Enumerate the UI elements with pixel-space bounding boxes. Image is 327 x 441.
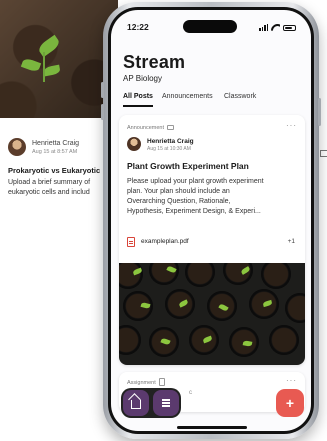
dynamic-island (183, 20, 237, 33)
avatar (8, 138, 26, 156)
background-post-title: Prokaryotic vs Eukaryotic (8, 166, 101, 175)
wifi-icon (271, 24, 280, 31)
seedling-stem (43, 52, 45, 82)
avatar (127, 137, 141, 151)
tab-announcements[interactable]: Announcements (162, 93, 213, 100)
attachment-row[interactable]: exampleplan.pdf +1 (127, 233, 299, 253)
background-post-author: Henrietta Craig (32, 140, 80, 147)
stream-tabs: All Posts Announcements Classwork (111, 91, 311, 107)
plant-pot (269, 325, 299, 355)
post-type-label: Assignment (127, 380, 156, 386)
plant-pot (119, 325, 141, 355)
attachment-file-name[interactable]: exampleplan.pdf (141, 238, 189, 245)
tab-classwork[interactable]: Classwork (224, 93, 256, 100)
phone-frame: 12:22 Stream AP Biology All Posts Announ… (101, 2, 321, 439)
post-title: Plant Growth Experiment Plan (127, 161, 249, 171)
page-title: Stream (123, 52, 186, 72)
menu-button[interactable] (153, 390, 179, 416)
cellular-signal-icon (259, 23, 268, 31)
post-peek-text: c (189, 390, 192, 396)
post-date: Aug 15 at 10:30 AM (147, 146, 191, 152)
post-type-label: Announcement (127, 125, 164, 131)
home-indicator (177, 426, 247, 429)
plant-pot (285, 293, 305, 323)
class-name: AP Biology (123, 74, 162, 83)
volume-down-button (101, 104, 104, 120)
plant-pot (149, 263, 179, 285)
plant-pot (261, 263, 291, 289)
more-options-icon[interactable]: ··· (286, 376, 297, 385)
post-photo[interactable] (119, 263, 305, 365)
assignment-icon (159, 378, 165, 386)
app-screen: 12:22 Stream AP Biology All Posts Announ… (111, 10, 311, 431)
seedling-leaf (20, 57, 42, 73)
add-post-button[interactable]: + (276, 389, 304, 417)
background-post-body: Upload a brief summary of eukaryotic cel… (8, 179, 91, 196)
home-button[interactable] (123, 390, 149, 416)
announcement-icon (167, 125, 174, 130)
seedling-leaf (43, 64, 61, 77)
pdf-file-icon (127, 237, 135, 247)
seedling-leaf (36, 34, 62, 58)
tab-all-posts[interactable]: All Posts (123, 93, 153, 100)
active-tab-indicator (123, 105, 153, 107)
background-post-date: Aug 15 at 8:57 AM (32, 149, 78, 155)
status-icons (259, 23, 296, 31)
background-post-photo (0, 0, 118, 118)
status-time: 12:22 (127, 22, 149, 32)
plant-pot (185, 263, 215, 287)
post-author: Henrietta Craig (147, 138, 194, 145)
volume-up-button (101, 82, 104, 98)
menu-icon (162, 402, 170, 404)
battery-icon (283, 24, 296, 31)
post-body: Please upload your plant growth experime… (127, 178, 264, 215)
post-card[interactable]: Announcement ··· Henrietta Craig Aug 15 … (119, 115, 305, 365)
background-attachment-icon (320, 150, 327, 157)
status-bar: 12:22 (111, 10, 311, 40)
more-options-icon[interactable]: ··· (286, 121, 297, 130)
phone-bezel: 12:22 Stream AP Biology All Posts Announ… (108, 7, 314, 434)
home-icon (131, 400, 141, 409)
more-attachments-count[interactable]: +1 (288, 238, 295, 245)
power-button (318, 98, 321, 126)
